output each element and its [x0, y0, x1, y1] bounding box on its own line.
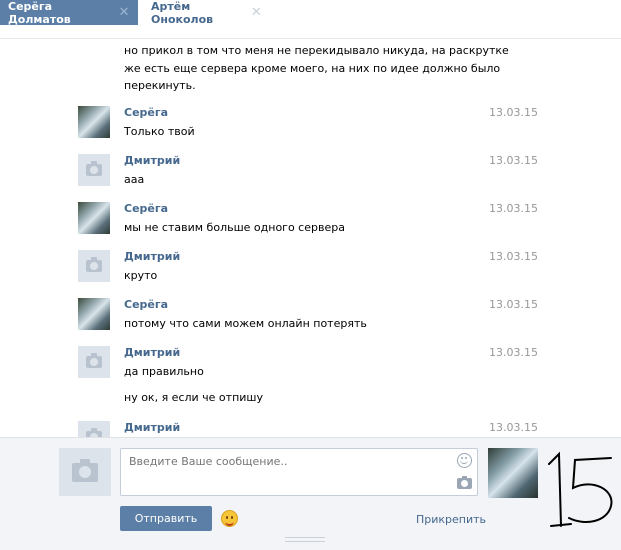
message-date[interactable]: 13.03.15	[489, 421, 538, 435]
tab-label: Серёга Долматов	[8, 0, 71, 26]
message-text: мы не ставим больше одного сервера	[124, 221, 345, 234]
message-item: Серёга 13.03.15 Только твой	[78, 106, 548, 146]
smile-icon[interactable]	[457, 453, 472, 468]
send-button[interactable]: Отправить	[120, 506, 212, 531]
message-text: ааа	[124, 173, 145, 186]
message-input[interactable]	[120, 448, 478, 496]
message-date[interactable]: 13.03.15	[489, 298, 538, 312]
message-item: Дмитрий 13.03.15 да правильно	[78, 346, 548, 386]
message-item: Серёга 13.03.15 потому что сами можем он…	[78, 298, 548, 338]
message-author[interactable]: Дмитрий	[124, 250, 180, 264]
resize-grip[interactable]	[285, 537, 325, 542]
message-author[interactable]: Серёга	[124, 298, 168, 312]
dialog-tabs: Серёга Долматов ✕ Артём Оноколов ✕	[0, 0, 621, 31]
message-text-line: же есть еще сервера кроме моего, на них …	[124, 62, 501, 75]
avatar[interactable]	[78, 346, 110, 378]
message-date[interactable]: 13.03.15	[489, 346, 538, 360]
message-item: Дмитрий 13.03.15 ааа	[78, 154, 548, 194]
avatar[interactable]	[78, 298, 110, 330]
message-text: круто	[124, 269, 158, 282]
message-author[interactable]: Дмитрий	[124, 421, 180, 435]
message-text: потому что сами можем онлайн потерять	[124, 317, 367, 330]
companion-avatar[interactable]	[59, 448, 111, 496]
avatar[interactable]	[78, 421, 110, 437]
camera-icon	[86, 353, 102, 368]
message-author[interactable]: Серёга	[124, 202, 168, 216]
attach-photo-icon[interactable]	[457, 476, 472, 489]
avatar[interactable]	[78, 154, 110, 186]
message-text-line: перекинуть.	[124, 79, 196, 92]
message-item-partial: Дмитрий 13.03.15	[78, 421, 548, 437]
tab-sergey-dolmatov[interactable]: Серёга Долматов ✕	[0, 0, 138, 26]
message-text-line: ну ок, я если че отпишу	[124, 391, 263, 404]
avatar[interactable]	[78, 250, 110, 282]
handwritten-annotation: 15	[548, 451, 613, 527]
avatar[interactable]	[78, 202, 110, 234]
tab-artem-onokolov[interactable]: Артём Оноколов ✕	[143, 0, 270, 26]
tab-label: Артём Оноколов	[151, 0, 214, 26]
message-item: Дмитрий 13.03.15 круто	[78, 250, 548, 290]
camera-icon	[86, 161, 102, 176]
message-composer: Отправить Прикрепить	[0, 437, 621, 550]
message-date[interactable]: 13.03.15	[489, 202, 538, 216]
message-author[interactable]: Дмитрий	[124, 346, 180, 360]
message-text: Только твой	[124, 125, 195, 138]
close-icon[interactable]: ✕	[118, 6, 130, 19]
message-date[interactable]: 13.03.15	[489, 154, 538, 168]
message-history[interactable]: но прикол в том что меня не перекидывало…	[0, 39, 621, 437]
message-date[interactable]: 13.03.15	[489, 250, 538, 264]
emoji-icon[interactable]	[221, 510, 238, 527]
close-icon[interactable]: ✕	[251, 6, 262, 19]
message-text-line: но прикол в том что меня не перекидывало…	[124, 44, 509, 57]
message-author[interactable]: Серёга	[124, 106, 168, 120]
message-text: да правильно	[124, 365, 204, 378]
my-avatar[interactable]	[488, 448, 538, 498]
attach-link[interactable]: Прикрепить	[416, 513, 486, 526]
avatar[interactable]	[78, 106, 110, 138]
message-item: Серёга 13.03.15 мы не ставим больше одно…	[78, 202, 548, 242]
camera-icon	[86, 257, 102, 272]
message-date[interactable]: 13.03.15	[489, 106, 538, 120]
camera-icon	[72, 458, 98, 482]
message-author[interactable]: Дмитрий	[124, 154, 180, 168]
